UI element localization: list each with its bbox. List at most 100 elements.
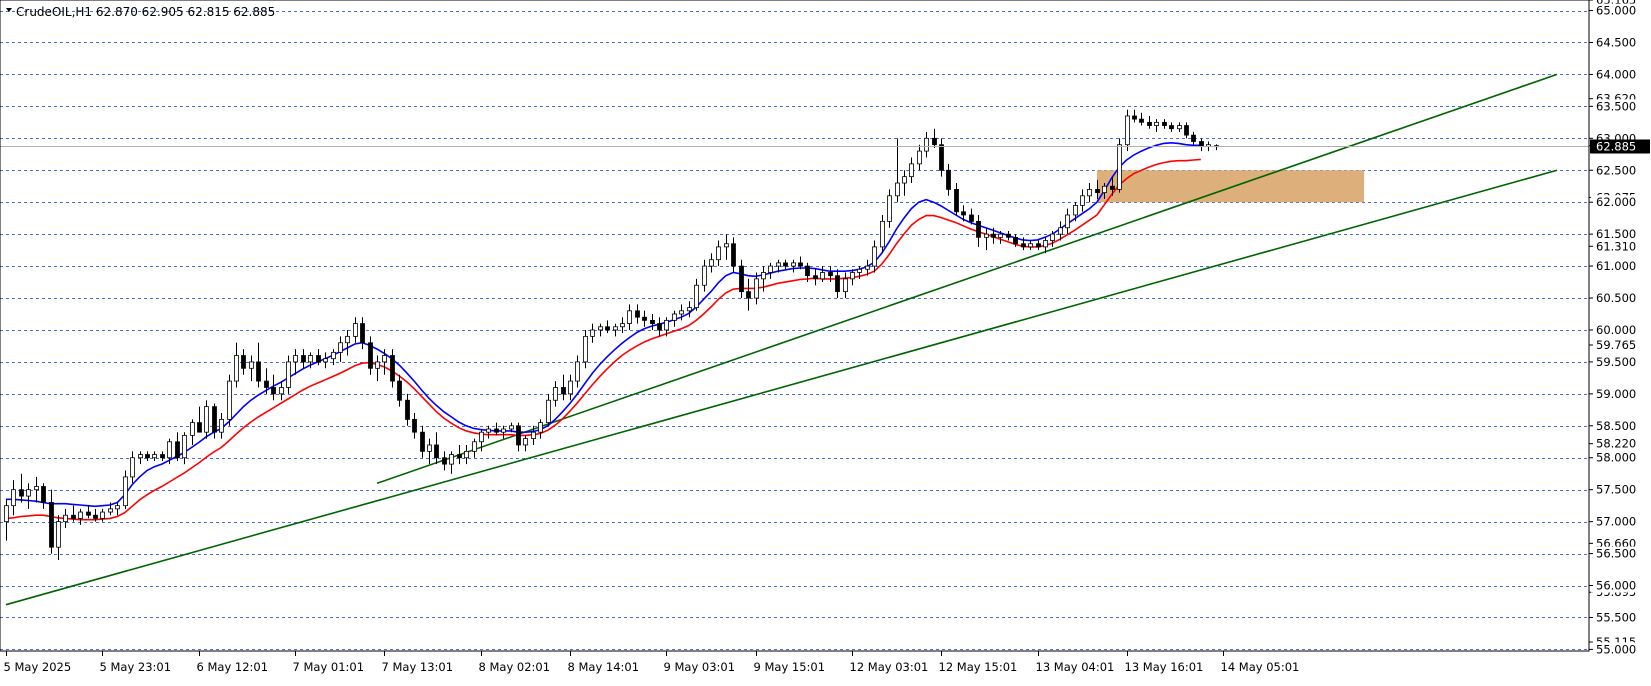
candle-body	[791, 262, 796, 267]
candle-body	[650, 319, 655, 324]
candle-body	[1147, 121, 1152, 126]
candle-body	[613, 326, 618, 331]
time-label: 8 May 02:01	[479, 660, 551, 674]
time-label: 7 May 13:01	[382, 660, 454, 674]
time-label: 12 May 15:01	[939, 660, 1018, 674]
price-chart[interactable]: 65.16563.62062.88562.07561.31059.76558.2…	[0, 0, 1651, 686]
price-level-label: 64.500	[1596, 35, 1636, 49]
candle-body	[783, 262, 788, 267]
candle-body	[167, 441, 172, 459]
candle-body	[427, 444, 432, 452]
candle-body	[234, 355, 239, 382]
candle-body	[1050, 233, 1055, 241]
candle-body	[1199, 141, 1204, 148]
candle-body	[984, 233, 989, 238]
time-label: 8 May 14:01	[568, 660, 640, 674]
price-level-label: 59.500	[1596, 355, 1636, 369]
price-level-label: 58.500	[1596, 419, 1636, 433]
price-level-label: 57.500	[1596, 483, 1636, 497]
current-price-label: 62.885	[1596, 140, 1636, 154]
candle-body	[531, 431, 536, 439]
candle-body	[605, 326, 610, 331]
candle-body	[1058, 227, 1063, 235]
candle-body	[331, 351, 336, 360]
candle-body	[1162, 121, 1167, 126]
candle-body	[702, 265, 707, 286]
candle-body	[509, 425, 514, 430]
candle-body	[256, 361, 261, 382]
candle-body	[160, 454, 165, 459]
candle-body	[420, 431, 425, 452]
candle-body	[182, 434, 187, 459]
price-level-label: 56.500	[1596, 547, 1636, 561]
candle-body	[264, 380, 269, 388]
price-level-label: 55.500	[1596, 610, 1636, 624]
candle-body	[390, 355, 395, 382]
candle-body	[241, 355, 246, 369]
candle-body	[546, 399, 551, 424]
candle-body	[368, 342, 373, 369]
candle-body	[909, 163, 914, 178]
candle-body	[197, 422, 202, 433]
candle-body	[56, 521, 61, 548]
candle-body	[1080, 195, 1085, 206]
candle-body	[880, 220, 885, 248]
candle-body	[271, 387, 276, 395]
candle-body	[219, 419, 224, 433]
candle-body	[1021, 243, 1026, 248]
candle-body	[1043, 240, 1048, 248]
candle-body	[642, 316, 647, 321]
support-zone-rect	[1096, 170, 1365, 203]
time-label: 13 May 16:01	[1125, 660, 1204, 674]
candle-body	[145, 454, 150, 459]
candle-body	[301, 355, 306, 363]
candle-body	[820, 272, 825, 280]
candle-body	[1191, 134, 1196, 142]
candle-body	[190, 422, 195, 436]
candle-body	[694, 284, 699, 309]
candle-body	[872, 246, 877, 267]
candle-body	[308, 355, 313, 363]
candle-body	[932, 137, 937, 146]
time-label: 9 May 15:01	[754, 660, 826, 674]
candle-body	[1125, 115, 1130, 146]
candle-body	[152, 454, 157, 459]
candle-body	[991, 233, 996, 238]
candle-body	[449, 454, 454, 465]
candle-body	[672, 313, 677, 321]
candle-body	[360, 323, 365, 344]
candle-body	[523, 438, 528, 446]
candle-body	[4, 505, 9, 523]
candle-body	[78, 511, 83, 519]
price-level-label: 64.000	[1596, 67, 1636, 81]
candle-body	[1006, 233, 1011, 238]
candle-body	[620, 323, 625, 328]
candle-body	[768, 265, 773, 273]
price-level-label: 63.500	[1596, 99, 1636, 113]
chart-background	[0, 0, 1651, 686]
candle-body	[375, 361, 380, 369]
candle-body	[434, 444, 439, 459]
candle-body	[538, 422, 543, 433]
candle-body	[687, 307, 692, 312]
time-label: 13 May 04:01	[1036, 660, 1115, 674]
candle-body	[212, 406, 217, 433]
candle-body	[1095, 189, 1100, 194]
price-level-label: 61.000	[1596, 259, 1636, 273]
candle-body	[1028, 243, 1033, 248]
candle-body	[1013, 236, 1018, 245]
candle-body	[249, 361, 254, 369]
time-label: 9 May 03:01	[664, 660, 736, 674]
candle-body	[1065, 214, 1070, 229]
candle-body	[924, 137, 929, 152]
candle-body	[464, 450, 469, 459]
candle-body	[716, 246, 721, 261]
candle-body	[857, 268, 862, 273]
candle-body	[34, 486, 39, 491]
candle-body	[887, 195, 892, 222]
price-minor-label: 58.220	[1596, 437, 1636, 451]
candle-body	[293, 355, 298, 363]
candle-body	[1169, 125, 1174, 130]
candle-body	[939, 144, 944, 171]
candle-body	[138, 454, 143, 459]
